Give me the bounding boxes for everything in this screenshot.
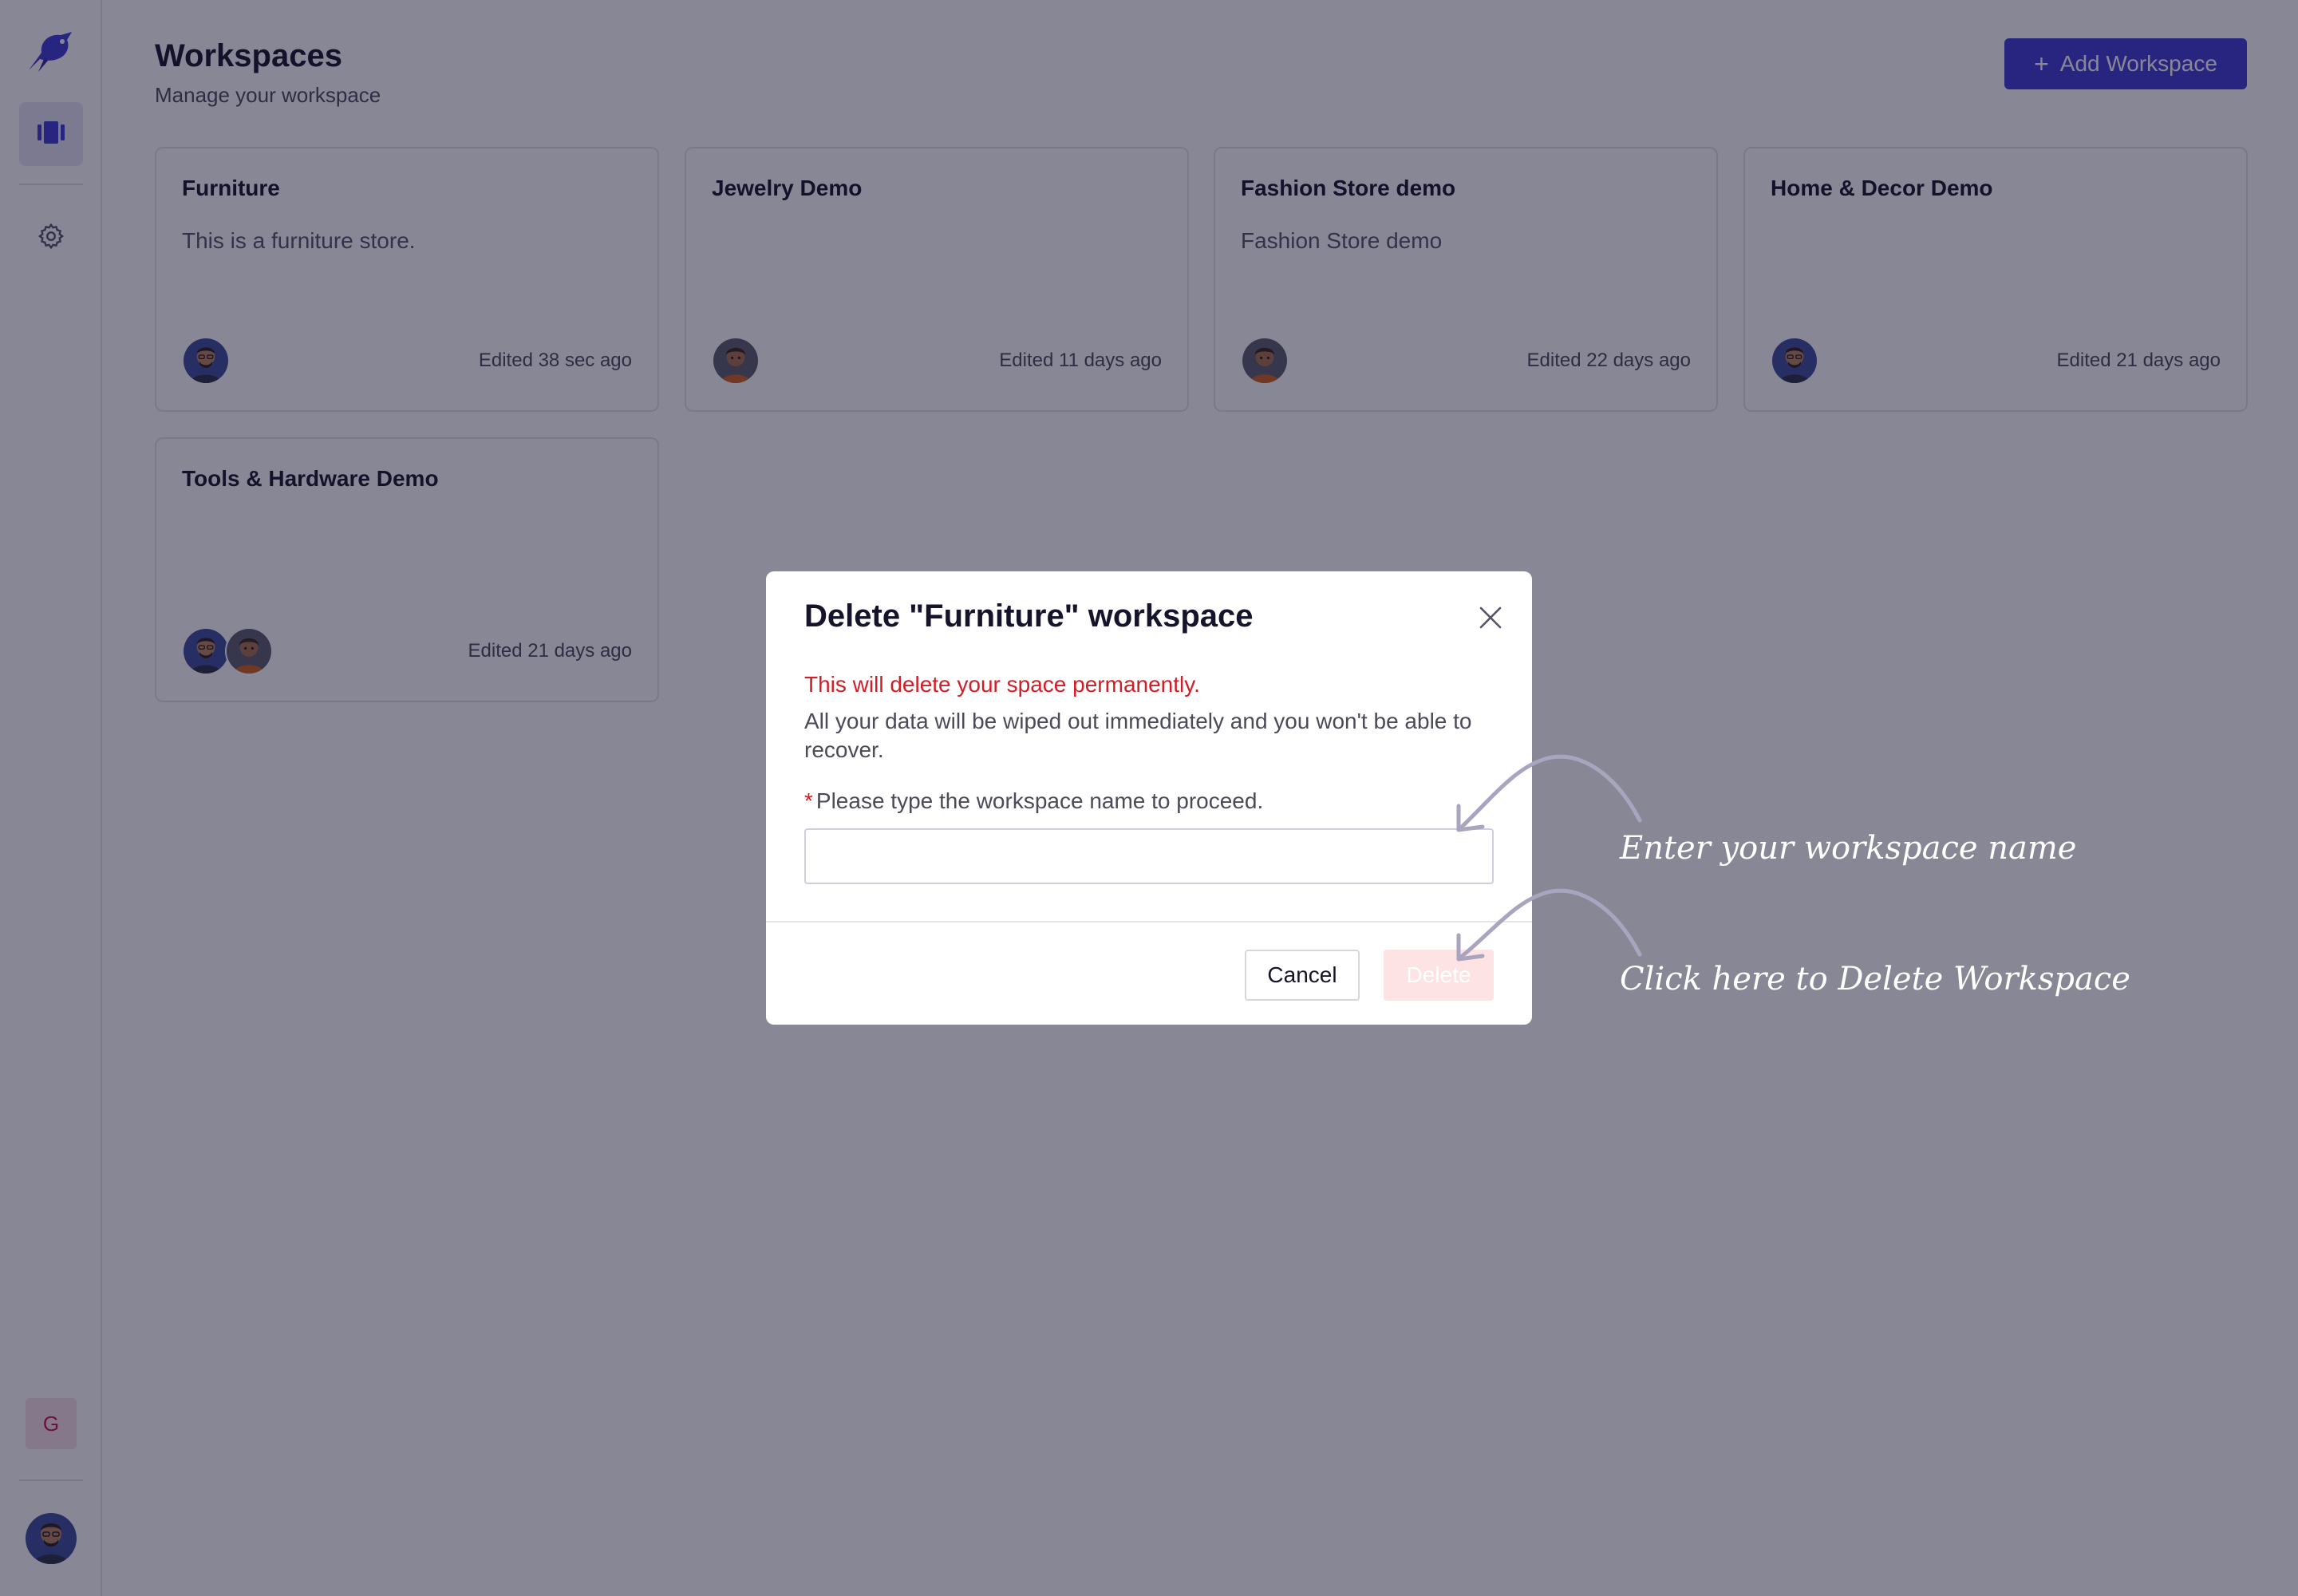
dialog-title: Delete "Furniture" workspace — [804, 598, 1254, 634]
field-label-text: Please type the workspace name to procee… — [815, 788, 1264, 813]
required-marker: * — [804, 788, 813, 813]
workspace-name-input[interactable] — [804, 828, 1494, 884]
annotation-input-hint: Enter your workspace name — [1620, 830, 2077, 867]
cancel-button[interactable]: Cancel — [1245, 950, 1360, 1001]
field-label: * Please type the workspace name to proce… — [804, 788, 1263, 814]
dialog-divider — [766, 921, 1532, 922]
close-button[interactable] — [1471, 600, 1510, 638]
warning-text: This will delete your space permanently. — [804, 672, 1200, 697]
annotation-delete-hint: Click here to Delete Workspace — [1620, 961, 2130, 998]
dialog-description: All your data will be wiped out immediat… — [804, 709, 1472, 762]
close-icon — [1478, 605, 1503, 634]
delete-workspace-dialog: Delete "Furniture" workspace This will d… — [766, 571, 1532, 1025]
